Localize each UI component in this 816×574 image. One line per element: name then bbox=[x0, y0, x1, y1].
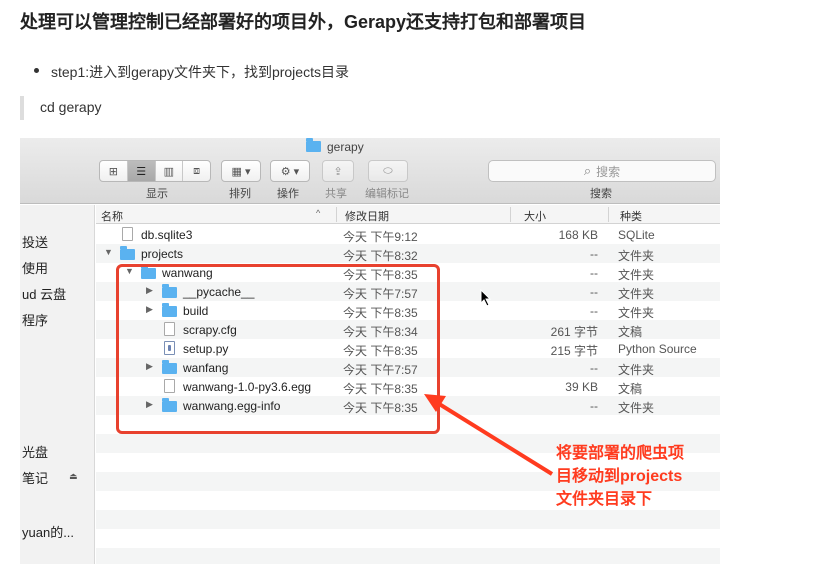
view-label: 显示 bbox=[146, 188, 168, 200]
search-input[interactable]: ⌕ 搜索 bbox=[488, 160, 716, 182]
column-kind[interactable]: 种类 bbox=[620, 208, 642, 224]
column-separator bbox=[608, 207, 609, 222]
arrange-label: 排列 bbox=[229, 188, 251, 200]
command-text: cd gerapy bbox=[40, 99, 102, 115]
search-placeholder: 搜索 bbox=[596, 164, 621, 179]
arrange-icon: ▦ ▾ bbox=[231, 165, 251, 178]
file-size: -- bbox=[590, 266, 598, 280]
file-size: -- bbox=[590, 399, 598, 413]
window-title-text: gerapy bbox=[327, 140, 364, 154]
annotation-line: 目移动到projects bbox=[556, 468, 683, 485]
file-size: -- bbox=[590, 285, 598, 299]
file-kind: 文稿 bbox=[618, 382, 643, 396]
finder-toolbar: gerapy ⊞ ☰ ▥ ⧈ 显示 ▦ ▾ 排列 ⚙ ▾ 操作 ⇪ 共享 ⬭ 编… bbox=[20, 138, 720, 204]
file-kind: 文件夹 bbox=[618, 249, 655, 263]
table-row[interactable]: db.sqlite3 今天 下午9:12 168 KB SQLite bbox=[96, 225, 720, 244]
sidebar-item-applications[interactable]: 程序 bbox=[22, 310, 48, 329]
file-kind: Python Source bbox=[618, 342, 697, 356]
empty-row bbox=[96, 510, 720, 529]
tags-label: 编辑标记 bbox=[365, 188, 409, 200]
file-kind: 文件夹 bbox=[618, 287, 655, 301]
eject-icon[interactable]: ⏏ bbox=[69, 471, 78, 482]
file-kind: 文件夹 bbox=[618, 306, 655, 320]
column-date[interactable]: 修改日期 bbox=[345, 208, 389, 224]
sidebar-item-cloud-drive[interactable]: ud 云盘 bbox=[22, 284, 66, 303]
highlight-box bbox=[116, 264, 440, 434]
quote-bar bbox=[20, 96, 24, 120]
file-kind: 文稿 bbox=[618, 325, 643, 339]
file-kind: 文件夹 bbox=[618, 268, 655, 282]
search-label: 搜索 bbox=[590, 188, 612, 200]
file-date: 今天 下午8:32 bbox=[343, 249, 418, 263]
file-size: -- bbox=[590, 361, 598, 375]
mouse-cursor-icon bbox=[480, 289, 492, 307]
sidebar-item-user[interactable]: yuan的... bbox=[22, 522, 74, 541]
finder-sidebar: 投送 使用 ud 云盘 程序 光盘 笔记 ⏏ yuan的... bbox=[20, 205, 95, 564]
article-heading: 处理可以管理控制已经部署好的项目外，Gerapy还支持打包和部署项目 bbox=[20, 12, 587, 32]
file-size: 168 KB bbox=[558, 228, 598, 242]
file-kind: 文件夹 bbox=[618, 401, 655, 415]
sidebar-item-notes[interactable]: 笔记 bbox=[22, 468, 48, 487]
column-header: 名称 ^ 修改日期 大小 种类 bbox=[96, 205, 720, 224]
annotation-line: 文件夹目录下 bbox=[556, 491, 653, 508]
sidebar-item-disc[interactable]: 光盘 bbox=[22, 442, 48, 461]
empty-row bbox=[96, 548, 720, 564]
step-text: step1:进入到gerapy文件夹下，找到projects目录 bbox=[51, 64, 349, 80]
file-size: 215 字节 bbox=[550, 344, 598, 358]
file-kind: 文件夹 bbox=[618, 363, 655, 377]
action-label: 操作 bbox=[277, 188, 299, 200]
view-mode-control[interactable]: ⊞ ☰ ▥ ⧈ bbox=[99, 160, 211, 182]
file-size: -- bbox=[590, 247, 598, 261]
file-size: 261 字节 bbox=[550, 325, 598, 339]
column-view-icon[interactable]: ▥ bbox=[156, 161, 184, 181]
bullet-icon bbox=[34, 68, 39, 73]
folder-icon bbox=[120, 246, 135, 260]
table-row[interactable]: ▼ projects 今天 下午8:32 -- 文件夹 bbox=[96, 244, 720, 263]
window-title: gerapy bbox=[306, 138, 364, 156]
file-size: -- bbox=[590, 304, 598, 318]
share-label: 共享 bbox=[325, 188, 347, 200]
icon-view-icon[interactable]: ⊞ bbox=[100, 161, 128, 181]
search-icon: ⌕ bbox=[583, 163, 592, 178]
column-size[interactable]: 大小 bbox=[524, 208, 546, 224]
file-name: db.sqlite3 bbox=[141, 228, 193, 242]
action-button[interactable]: ⚙ ▾ bbox=[270, 160, 310, 182]
disclosure-open-icon[interactable]: ▼ bbox=[104, 247, 113, 257]
file-name: projects bbox=[141, 247, 184, 261]
column-separator bbox=[336, 207, 337, 222]
list-view-icon[interactable]: ☰ bbox=[127, 161, 156, 181]
annotation-line: 将要部署的爬虫项 bbox=[556, 445, 685, 462]
sidebar-item-recents[interactable]: 使用 bbox=[22, 258, 48, 277]
tags-button[interactable]: ⬭ bbox=[368, 160, 408, 182]
empty-row bbox=[96, 529, 720, 548]
file-date: 今天 下午9:12 bbox=[343, 230, 418, 244]
arrange-button[interactable]: ▦ ▾ bbox=[221, 160, 261, 182]
tag-icon: ⬭ bbox=[383, 164, 393, 177]
document-icon bbox=[122, 227, 133, 241]
sidebar-item-airdrop[interactable]: 投送 bbox=[22, 232, 48, 251]
sort-up-icon: ^ bbox=[316, 208, 321, 218]
gallery-view-icon[interactable]: ⧈ bbox=[183, 161, 210, 181]
folder-icon bbox=[306, 138, 321, 153]
share-button[interactable]: ⇪ bbox=[322, 160, 354, 182]
annotation-text: 将要部署的爬虫项 目移动到projects 文件夹目录下 bbox=[556, 442, 684, 511]
file-size: 39 KB bbox=[565, 380, 598, 394]
file-kind: SQLite bbox=[618, 228, 655, 242]
column-name[interactable]: 名称 bbox=[101, 208, 123, 224]
column-separator bbox=[510, 207, 511, 222]
gear-icon: ⚙ ▾ bbox=[280, 165, 300, 178]
share-icon: ⇪ bbox=[333, 165, 343, 178]
